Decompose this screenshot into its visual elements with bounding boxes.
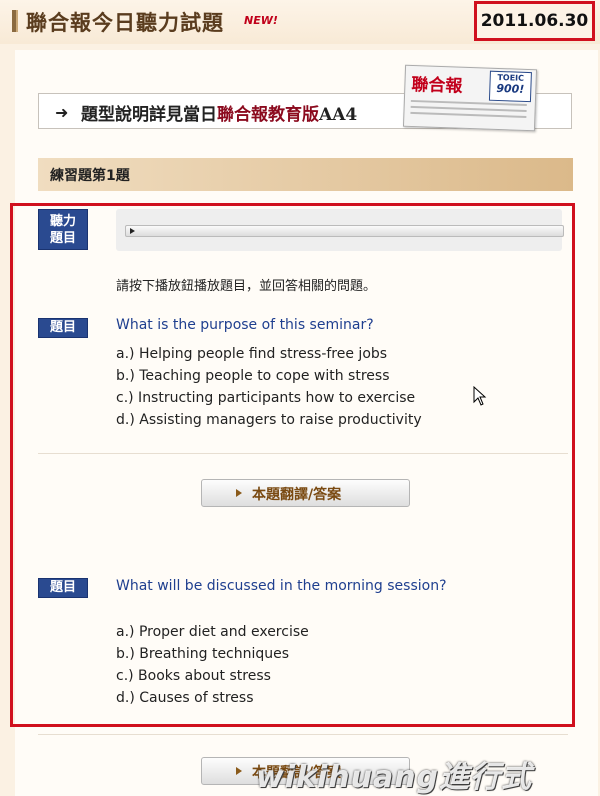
listening-instruction: 請按下播放鈕播放題目，並回答相關的問題。: [116, 279, 377, 294]
section-header: 練習題第1題: [38, 158, 573, 191]
divider: [38, 734, 568, 735]
date-label: 2011.06.30: [480, 11, 589, 31]
option-item: b.) Teaching people to cope with stress: [116, 368, 390, 384]
toeic-badge-line2: 900!: [496, 81, 525, 96]
options-list: a.) Helping people find stress-free jobs…: [116, 343, 422, 431]
option-item: a.) Proper diet and exercise: [116, 624, 309, 640]
option-item: c.) Books about stress: [116, 668, 271, 684]
newspaper-text-lines: [410, 99, 527, 122]
info-prefix: 題型說明詳見當日: [81, 105, 217, 125]
page-header: 聯合報今日聽力試題 NEW! 2011.06.30: [0, 0, 600, 44]
newspaper-image: 聯合報 TOEIC 900!: [402, 64, 538, 132]
option-item: b.) Breathing techniques: [116, 646, 290, 662]
play-icon[interactable]: [130, 228, 135, 234]
date-box: 2011.06.30: [474, 1, 595, 41]
arrow-right-icon: ➜: [55, 103, 69, 122]
toeic-badge: TOEIC 900!: [488, 70, 532, 103]
triangle-right-icon: [236, 489, 242, 497]
watermark: wikihuang進行式: [256, 760, 533, 795]
option-item: c.) Instructing participants how to exer…: [116, 390, 416, 406]
question-tag: 題目: [38, 578, 88, 598]
question-text: What is the purpose of this seminar?: [116, 317, 374, 333]
options-list: a.) Proper diet and exercise b.) Breathi…: [116, 621, 309, 709]
mouse-cursor-icon: [473, 386, 487, 406]
info-highlight: 聯合報教育版: [217, 105, 319, 125]
page-title: 聯合報今日聽力試題: [26, 10, 224, 35]
audio-progress-track[interactable]: [125, 225, 564, 237]
newspaper-logo: 聯合報: [411, 74, 463, 97]
listening-tag-line1: 聽力: [49, 214, 76, 229]
listening-tag-line2: 題目: [49, 231, 76, 246]
option-item: d.) Assisting managers to raise producti…: [116, 412, 422, 428]
triangle-right-icon: [236, 767, 242, 775]
title-marker: [12, 10, 18, 32]
question-text: What will be discussed in the morning se…: [116, 578, 447, 594]
question-tag: 題目: [38, 318, 88, 338]
audio-player[interactable]: [116, 209, 564, 251]
answer-button-label: 本題翻譯/答案: [252, 487, 342, 503]
listening-tag: 聽力 題目: [38, 209, 88, 250]
new-badge: NEW!: [244, 14, 278, 27]
info-suffix: AA4: [319, 105, 358, 125]
option-item: d.) Causes of stress: [116, 690, 254, 706]
section-title: 練習題第1題: [50, 168, 130, 184]
info-text: 題型說明詳見當日聯合報教育版AA4: [81, 100, 357, 125]
divider: [38, 453, 568, 454]
answer-button[interactable]: 本題翻譯/答案: [201, 479, 410, 507]
option-item: a.) Helping people find stress-free jobs: [116, 346, 388, 362]
